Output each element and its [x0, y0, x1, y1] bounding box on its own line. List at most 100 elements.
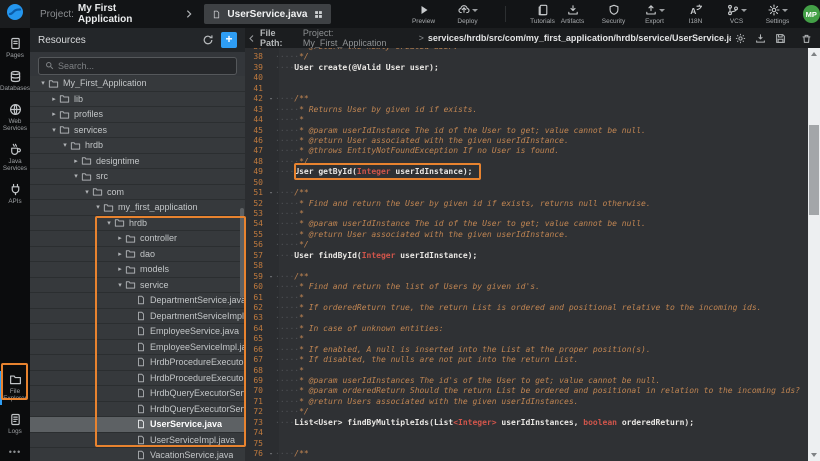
code-line-47[interactable]: 47·····* @throws EntityNotFoundException…: [245, 146, 808, 156]
code-line-76[interactable]: 76-····/**: [245, 449, 808, 459]
code-line-58[interactable]: 58: [245, 261, 808, 271]
more-options-button[interactable]: •••: [9, 441, 21, 461]
code-line-42[interactable]: 42-····/**: [245, 94, 808, 104]
expand-arrow-icon[interactable]: ▾: [38, 79, 48, 87]
search-input[interactable]: [58, 61, 230, 71]
deploy-button[interactable]: Deploy: [453, 4, 483, 25]
code-line-55[interactable]: 55·····* @return User associated with th…: [245, 230, 808, 240]
code-line-75[interactable]: 75: [245, 439, 808, 449]
code-line-54[interactable]: 54·····* @param userIdInstance The id of…: [245, 219, 808, 229]
tree-item-employeeserviceimpl-java[interactable]: EmployeeServiceImpl.java: [30, 340, 245, 356]
code-view[interactable]: 37·····* @return the newly created user.…: [245, 48, 808, 461]
code-line-38[interactable]: 38·····*/: [245, 52, 808, 62]
code-line-65[interactable]: 65·····*: [245, 334, 808, 344]
download-file-icon[interactable]: [755, 33, 766, 44]
sidebar-item-file-explorer[interactable]: File Explorer: [0, 368, 30, 408]
editor-settings-icon[interactable]: [735, 33, 746, 44]
tree-item-hrdb[interactable]: ▾hrdb: [30, 216, 245, 232]
tree-item-profiles[interactable]: ▸profiles: [30, 107, 245, 123]
expand-arrow-icon[interactable]: ▾: [49, 126, 59, 134]
code-line-73[interactable]: 73····List<User> findByMultipleIds(List<…: [245, 418, 808, 428]
tree-item-models[interactable]: ▸models: [30, 262, 245, 278]
artifacts-button[interactable]: Artifacts: [558, 4, 588, 25]
tree-item-hrdbqueryexecutorserviceimpl-java[interactable]: HrdbQueryExecutorServiceImpl.java: [30, 402, 245, 418]
code-line-40[interactable]: 40: [245, 73, 808, 83]
code-line-53[interactable]: 53·····*: [245, 209, 808, 219]
collapse-panel-icon[interactable]: [247, 34, 256, 43]
code-line-68[interactable]: 68·····*: [245, 366, 808, 376]
expand-arrow-icon[interactable]: ▾: [82, 188, 92, 196]
expand-arrow-icon[interactable]: ▸: [115, 234, 125, 242]
tree-item-userservice-java[interactable]: UserService.java: [30, 417, 245, 433]
expand-arrow-icon[interactable]: ▸: [71, 157, 81, 165]
code-line-74[interactable]: 74: [245, 428, 808, 438]
expand-arrow-icon[interactable]: ▾: [93, 203, 103, 211]
tree-item-my-first-application[interactable]: ▾My_First_Application: [30, 76, 245, 92]
tree-item-vacationservice-java[interactable]: VacationService.java: [30, 448, 245, 461]
sidebar-item-java-services[interactable]: Java Services: [0, 138, 30, 178]
code-line-51[interactable]: 51-····/**: [245, 188, 808, 198]
tree-item-hrdb[interactable]: ▾hrdb: [30, 138, 245, 154]
expand-arrow-icon[interactable]: ▾: [104, 219, 114, 227]
scroll-up-icon[interactable]: [811, 52, 817, 56]
sidebar-item-web-services[interactable]: Web Services: [0, 98, 30, 138]
tree-item-my-first-application[interactable]: ▾my_first_application: [30, 200, 245, 216]
expand-arrow-icon[interactable]: ▾: [71, 172, 81, 180]
tutorials-button[interactable]: Tutorials: [528, 4, 558, 25]
i18n-button[interactable]: AI18N: [681, 4, 711, 25]
panel-scrollbar[interactable]: [240, 208, 244, 298]
code-line-44[interactable]: 44·····*: [245, 115, 808, 125]
code-line-49[interactable]: 49····User getById(Integer userIdInstanc…: [245, 167, 808, 177]
vcs-button[interactable]: VCS: [722, 4, 752, 25]
code-line-66[interactable]: 66·····* If enabled, A null is inserted …: [245, 345, 808, 355]
tab-userservice-java[interactable]: UserService.java: [204, 4, 330, 24]
code-line-43[interactable]: 43·····* Returns User by given id if exi…: [245, 105, 808, 115]
add-resource-button[interactable]: +: [221, 32, 237, 48]
code-line-39[interactable]: 39····User create(@Valid User user);: [245, 63, 808, 73]
security-button[interactable]: Security: [599, 4, 629, 25]
expand-arrow-icon[interactable]: ▸: [115, 265, 125, 273]
fold-marker[interactable]: -: [267, 94, 275, 104]
expand-arrow-icon[interactable]: ▸: [49, 110, 59, 118]
code-line-70[interactable]: 70·····* @param orderedReturn Should the…: [245, 386, 808, 396]
tree-item-hrdbprocedureexecutorserviceimpl-java[interactable]: HrdbProcedureExecutorServiceImpl.java: [30, 371, 245, 387]
tree-item-userserviceimpl-java[interactable]: UserServiceImpl.java: [30, 433, 245, 449]
sidebar-item-databases[interactable]: Databases: [0, 65, 30, 98]
code-line-56[interactable]: 56·····*/: [245, 240, 808, 250]
code-line-64[interactable]: 64·····* In case of unknown entities:: [245, 324, 808, 334]
export-button[interactable]: Export: [640, 4, 670, 25]
sidebar-item-logs[interactable]: Logs: [0, 408, 30, 441]
tree-item-dao[interactable]: ▸dao: [30, 247, 245, 263]
code-line-52[interactable]: 52·····* Find and return the User by giv…: [245, 199, 808, 209]
code-line-72[interactable]: 72·····*/: [245, 407, 808, 417]
refresh-icon[interactable]: [202, 34, 214, 46]
code-line-60[interactable]: 60·····* Find and return the list of Use…: [245, 282, 808, 292]
settings-button[interactable]: Settings: [763, 4, 793, 25]
sidebar-item-pages[interactable]: Pages: [0, 32, 30, 65]
code-line-46[interactable]: 46·····* @return User associated with th…: [245, 136, 808, 146]
save-file-icon[interactable]: [775, 33, 786, 44]
editor-scrollbar[interactable]: [808, 48, 820, 461]
expand-arrow-icon[interactable]: ▾: [60, 141, 70, 149]
fold-marker[interactable]: -: [267, 449, 275, 459]
tree-item-hrdbprocedureexecutorservice-java[interactable]: HrdbProcedureExecutorService.java: [30, 355, 245, 371]
code-line-69[interactable]: 69·····* @param userIdInstances The id's…: [245, 376, 808, 386]
code-line-63[interactable]: 63·····*: [245, 313, 808, 323]
expand-arrow-icon[interactable]: ▾: [115, 281, 125, 289]
avatar[interactable]: MP: [803, 5, 820, 23]
tree-item-src[interactable]: ▾src: [30, 169, 245, 185]
code-line-41[interactable]: 41: [245, 84, 808, 94]
tree-item-services[interactable]: ▾services: [30, 123, 245, 139]
delete-file-icon[interactable]: [801, 33, 812, 44]
fold-marker[interactable]: -: [267, 272, 275, 282]
tree-item-lib[interactable]: ▸lib: [30, 92, 245, 108]
code-line-62[interactable]: 62·····* If orderedReturn true, the retu…: [245, 303, 808, 313]
tree-item-com[interactable]: ▾com: [30, 185, 245, 201]
expand-arrow-icon[interactable]: ▸: [49, 95, 59, 103]
app-logo[interactable]: [0, 0, 30, 28]
code-line-57[interactable]: 57····User findById(Integer userIdInstan…: [245, 251, 808, 261]
tree-item-departmentservice-java[interactable]: DepartmentService.java: [30, 293, 245, 309]
fold-marker[interactable]: -: [267, 188, 275, 198]
tree-item-departmentserviceimpl-java[interactable]: DepartmentServiceImpl.java: [30, 309, 245, 325]
code-line-61[interactable]: 61·····*: [245, 293, 808, 303]
